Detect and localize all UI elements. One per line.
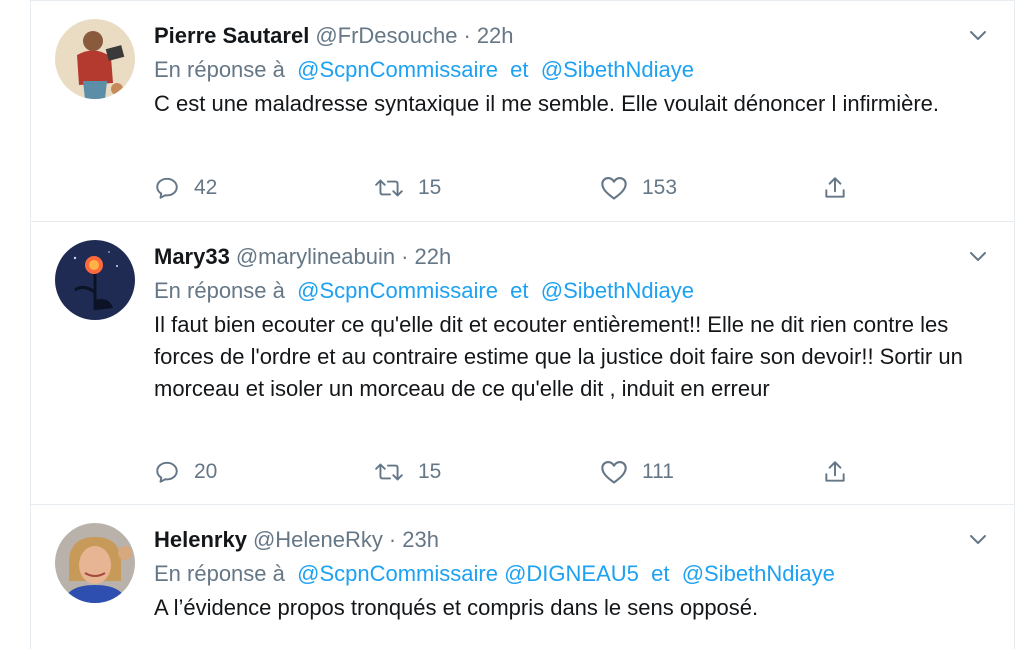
timestamp[interactable]: 22h: [414, 244, 451, 269]
separator: ·: [388, 527, 397, 552]
reply-button[interactable]: 20: [154, 455, 217, 489]
tweet[interactable]: Helenrky @HeleneRky · 23h En réponse à @Scp…: [31, 505, 1014, 649]
user-handle[interactable]: @marylineabuin: [236, 244, 395, 269]
mention-link[interactable]: @SibethNdiaye: [541, 57, 694, 82]
avatar-illustration: [55, 523, 135, 603]
display-name[interactable]: Mary33: [154, 244, 230, 269]
tweet-text: Il faut bien ecouter ce qu'elle dit et e…: [154, 312, 963, 401]
share-button[interactable]: [822, 455, 862, 489]
avatar-illustration: [55, 240, 135, 320]
reply-context: En réponse à @ScpnCommissaire et @Sibeth…: [154, 53, 974, 87]
tweet-content: Helenrky @HeleneRky · 23h En réponse à @Scp…: [154, 523, 974, 624]
retweet-button[interactable]: 15: [374, 455, 441, 489]
like-icon: [601, 177, 627, 200]
mention-link[interactable]: @ScpnCommissaire: [297, 278, 498, 303]
retweet-icon: [375, 463, 403, 481]
avatar[interactable]: [55, 523, 135, 603]
like-button[interactable]: 111: [600, 455, 674, 489]
like-button[interactable]: 153: [600, 171, 677, 205]
tweet-text: A l’évidence propos tronqués et compris …: [154, 595, 759, 620]
reply-context: En réponse à @ScpnCommissaire et @Sibeth…: [154, 274, 974, 308]
timestamp[interactable]: 22h: [477, 23, 514, 48]
retweet-count: 15: [418, 176, 442, 199]
mention-connector[interactable]: et: [651, 561, 669, 586]
like-count: 153: [642, 176, 678, 199]
share-button[interactable]: [822, 171, 862, 205]
tweet-content: Mary33 @marylineabuin · 22h En réponse à @S…: [154, 240, 974, 405]
reply-button[interactable]: 42: [154, 171, 217, 205]
retweet-count: 15: [418, 460, 442, 483]
share-icon: [825, 461, 845, 482]
mention-link[interactable]: @ScpnCommissaire: [297, 57, 498, 82]
tweet-text: C est une maladresse syntaxique il me se…: [154, 91, 940, 116]
reply-icon: [156, 461, 178, 483]
mention-connector[interactable]: et: [510, 57, 528, 82]
tweet-content: Pierre Sautarel @FrDesouche · 22h En répons…: [154, 19, 974, 120]
display-name[interactable]: Helenrky: [154, 527, 247, 552]
retweet-icon: [375, 179, 403, 197]
separator: ·: [463, 23, 471, 48]
mention-link[interactable]: @DIGNEAU5: [504, 561, 639, 586]
timeline: Pierre Sautarel @FrDesouche · 22h En répons…: [30, 0, 1015, 649]
timestamp[interactable]: 23h: [402, 527, 439, 552]
user-handle[interactable]: @HeleneRky: [253, 527, 383, 552]
separator: ·: [401, 244, 409, 269]
tweet-header: Mary33 @marylineabuin · 22h: [154, 240, 974, 274]
avatar[interactable]: [55, 19, 135, 99]
avatar-illustration: [55, 19, 135, 99]
reply-prefix: En réponse à: [154, 57, 285, 82]
reply-context: En réponse à @ScpnCommissaire @DIGNEAU5 …: [154, 557, 974, 591]
tweet[interactable]: Mary33 @marylineabuin · 22h En réponse à @S…: [31, 222, 1014, 505]
reply-count: 42: [194, 176, 218, 199]
tweet-header: Pierre Sautarel @FrDesouche · 22h: [154, 19, 974, 53]
display-name[interactable]: Pierre Sautarel: [154, 23, 309, 48]
reply-prefix: En réponse à: [154, 561, 285, 586]
like-icon: [601, 461, 627, 484]
share-icon: [825, 177, 845, 198]
mention-connector[interactable]: et: [510, 278, 528, 303]
tweet[interactable]: Pierre Sautarel @FrDesouche · 22h En répons…: [31, 1, 1014, 222]
mention-link[interactable]: @SibethNdiaye: [682, 561, 835, 586]
user-handle[interactable]: @FrDesouche: [315, 23, 457, 48]
mention-link[interactable]: @ScpnCommissaire: [297, 561, 498, 586]
retweet-button[interactable]: 15: [374, 171, 441, 205]
reply-icon: [156, 177, 178, 199]
avatar[interactable]: [55, 240, 135, 320]
reply-prefix: En réponse à: [154, 278, 285, 303]
reply-count: 20: [194, 460, 218, 483]
like-count: 111: [642, 460, 674, 483]
mention-link[interactable]: @SibethNdiaye: [541, 278, 694, 303]
tweet-header: Helenrky @HeleneRky · 23h: [154, 523, 974, 557]
